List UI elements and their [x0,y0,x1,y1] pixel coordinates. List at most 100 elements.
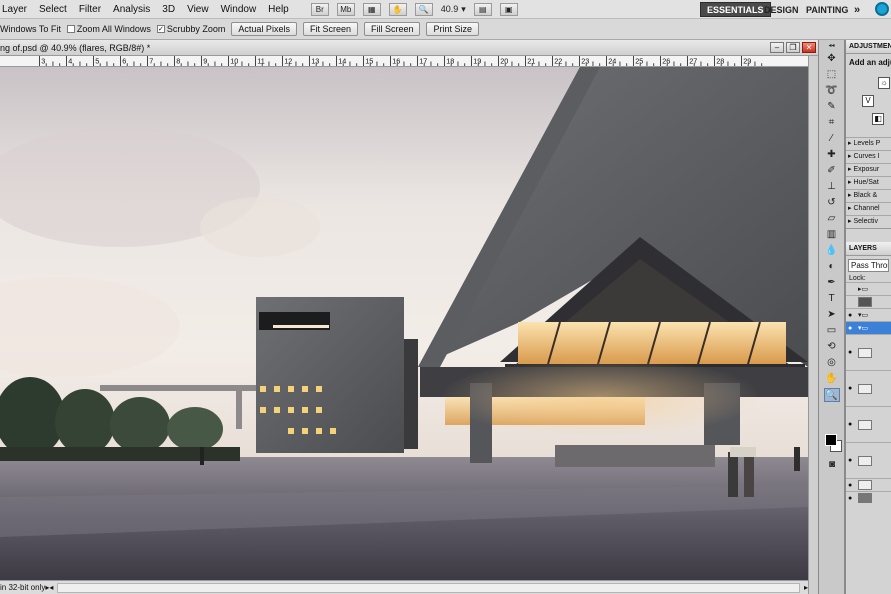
resize-windows-checkbox[interactable]: Windows To Fit [0,24,61,34]
3d-rotate-tool-icon[interactable]: ⟲ [824,340,840,354]
menu-analysis[interactable]: Analysis [113,4,150,15]
vertical-scrollbar[interactable] [808,56,818,594]
zoom-tool-panel-icon[interactable]: 🔍 [823,388,840,402]
hand-tool-panel-icon[interactable]: ✋ [824,372,840,386]
preset-selective[interactable]: Selectiv [846,215,891,228]
lit-window [302,407,308,413]
layer-row[interactable] [846,295,891,308]
menu-view[interactable]: View [187,4,209,15]
quick-select-tool-icon[interactable]: ✎ [824,100,840,114]
menu-filter[interactable]: Filter [79,4,101,15]
layer-row[interactable]: ● [846,478,891,491]
ruler-label: 22 [554,56,562,65]
layer-row[interactable]: ● [846,491,891,504]
blur-tool-icon[interactable]: 💧 [824,244,840,258]
preset-black-white[interactable]: Black & [846,189,891,202]
layer-row[interactable]: ● [846,406,891,442]
menu-window[interactable]: Window [221,4,257,15]
history-brush-icon[interactable]: ↺ [824,196,840,210]
layers-tab[interactable]: LAYERS [846,242,891,256]
mini-bridge-button[interactable]: Mb [336,2,355,16]
scroll-left-icon[interactable]: ◂ [49,583,53,592]
eraser-tool-icon[interactable]: ▱ [824,212,840,226]
eye-icon[interactable]: ● [848,421,856,428]
screen-mode-button[interactable]: ▣ [499,2,518,16]
menu-layer[interactable]: Layer [2,4,27,15]
layer-row[interactable]: ● ▾▭ [846,308,891,321]
scrubby-zoom-checkbox[interactable]: ✓ Scrubby Zoom [156,24,225,34]
preset-channel[interactable]: Channel [846,202,891,215]
blend-mode-select[interactable]: Pass Throu [848,259,889,272]
brightness-icon[interactable]: ☼ [878,77,890,89]
menu-help[interactable]: Help [268,4,289,15]
zoom-tool-icon[interactable]: 🔍 [414,2,433,16]
restore-button[interactable]: ❐ [786,42,800,53]
document-tab[interactable]: ng of.psd @ 40.9% (flares, RGB/8#) * – ❐… [0,40,818,56]
print-size-button[interactable]: Print Size [426,22,479,36]
lasso-tool-icon[interactable]: ➰ [824,84,840,98]
minimize-button[interactable]: – [770,42,784,53]
cs-live-icon[interactable] [875,2,889,16]
shape-tool-icon[interactable]: ▭ [824,324,840,338]
eye-icon[interactable]: ● [848,325,856,332]
eyedropper-tool-icon[interactable]: ⁄ [824,132,840,146]
healing-brush-icon[interactable]: ✚ [824,148,840,162]
horizontal-ruler[interactable]: 3 4 5 6 7 8 9 10 11 12 13 14 15 16 17 18 19 20 21 22 23 24 25 2… [0,56,808,67]
preset-exposure[interactable]: Exposur [846,163,891,176]
preset-levels[interactable]: Levels P [846,137,891,150]
close-button[interactable]: ✕ [802,42,816,53]
eye-icon[interactable]: ● [848,385,856,392]
arrange-documents-button[interactable]: ▤ [473,2,492,16]
adjustments-tab[interactable]: ADJUSTMEN [846,40,891,54]
eye-icon[interactable]: ● [848,482,856,489]
eye-icon[interactable]: ● [848,312,856,319]
layer-row[interactable]: ● [846,370,891,406]
quick-mask-icon[interactable]: ◙ [824,458,840,472]
vibrance-icon[interactable]: V [862,95,874,107]
clone-stamp-icon[interactable]: ⊥ [824,180,840,194]
ruler-label: 29 [743,56,751,65]
layer-row[interactable]: ● [846,442,891,478]
marquee-tool-icon[interactable]: ⬚ [824,68,840,82]
zoom-all-windows-checkbox[interactable]: Zoom All Windows [66,24,151,34]
black-white-icon[interactable]: ◧ [872,113,884,125]
hand-tool-icon[interactable]: ✋ [388,2,407,16]
lit-window [274,407,280,413]
path-select-tool-icon[interactable]: ➤ [824,308,840,322]
preset-curves[interactable]: Curves I [846,150,891,163]
workspace-painting[interactable]: PAINTING [800,2,854,17]
gradient-tool-icon[interactable]: ▥ [824,228,840,242]
crop-tool-icon[interactable]: ⌗ [824,116,840,130]
3d-orbit-tool-icon[interactable]: ◎ [824,356,840,370]
eye-icon[interactable]: ● [848,495,856,502]
ruler-label: 16 [392,56,400,65]
document-canvas[interactable] [0,67,808,580]
zoom-level[interactable]: 40.9 ▾ [441,4,466,15]
pen-tool-icon[interactable]: ✒ [824,276,840,290]
move-tool-icon[interactable]: ✥ [824,52,840,66]
ruler-label: 17 [419,56,427,65]
menu-3d[interactable]: 3D [162,4,175,15]
actual-pixels-button[interactable]: Actual Pixels [231,22,297,36]
fill-screen-button[interactable]: Fill Screen [363,22,421,36]
layer-row[interactable]: ● [846,334,891,370]
horizontal-scrollbar[interactable] [57,582,800,593]
foreground-color-swatch[interactable] [825,434,837,446]
menu-select[interactable]: Select [39,4,67,15]
eye-icon[interactable]: ● [848,457,856,464]
dodge-tool-icon[interactable]: ◐ [824,260,840,274]
layer-row[interactable]: ▸▭ [846,282,891,295]
preset-hue-sat[interactable]: Hue/Sat [846,176,891,189]
extras-button[interactable]: ▦ [362,2,381,16]
scroll-right-icon[interactable]: ▸ [804,583,808,592]
workspace-more-button[interactable]: » [848,2,866,17]
launch-bridge-button[interactable]: Br [310,2,329,16]
fit-screen-button[interactable]: Fit Screen [302,22,358,36]
collapse-tools-icon[interactable]: ◂◂ [824,42,840,50]
ruler-label: 24 [608,56,616,65]
eye-icon[interactable]: ● [848,349,856,356]
layer-row-selected[interactable]: ● ▾▭ [846,321,891,334]
brush-tool-icon[interactable]: ✐ [824,164,840,178]
workspace-design[interactable]: DESIGN [758,2,805,17]
type-tool-icon[interactable]: T [824,292,840,306]
